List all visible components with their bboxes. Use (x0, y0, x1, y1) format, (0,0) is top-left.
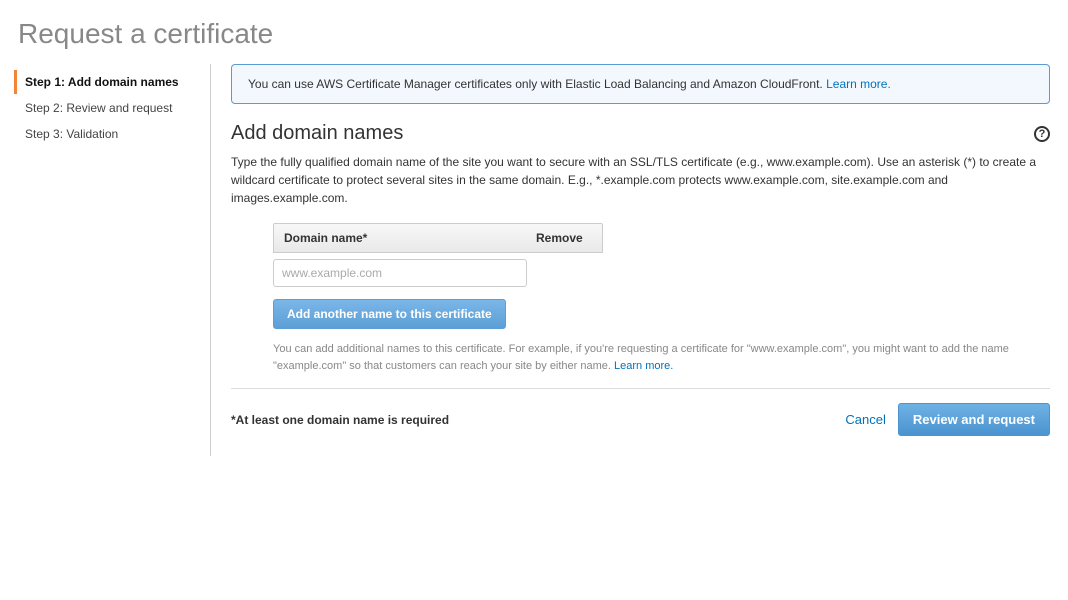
divider (231, 388, 1050, 389)
section-description: Type the fully qualified domain name of … (231, 153, 1050, 207)
required-note: *At least one domain name is required (231, 413, 449, 427)
cancel-button[interactable]: Cancel (845, 412, 885, 427)
domain-name-input[interactable] (273, 259, 527, 287)
column-domain-name: Domain name* (274, 224, 526, 252)
section-title: Add domain names (231, 122, 403, 145)
review-and-request-button[interactable]: Review and request (898, 403, 1050, 436)
helper-learn-more-link[interactable]: Learn more. (614, 360, 673, 372)
info-learn-more-link[interactable]: Learn more. (826, 77, 891, 91)
step-3-validation[interactable]: Step 3: Validation (14, 122, 210, 146)
page-title: Request a certificate (18, 18, 1054, 50)
step-2-review-and-request[interactable]: Step 2: Review and request (14, 96, 210, 120)
step-1-add-domain-names[interactable]: Step 1: Add domain names (14, 70, 210, 94)
help-icon[interactable]: ? (1034, 126, 1050, 142)
column-remove: Remove (526, 224, 602, 252)
domain-table-header: Domain name* Remove (273, 223, 603, 253)
info-box-text: You can use AWS Certificate Manager cert… (248, 77, 826, 91)
helper-text: You can add additional names to this cer… (273, 341, 1050, 374)
info-box: You can use AWS Certificate Manager cert… (231, 64, 1050, 104)
wizard-steps-sidebar: Step 1: Add domain names Step 2: Review … (14, 64, 210, 456)
add-another-name-button[interactable]: Add another name to this certificate (273, 299, 506, 329)
